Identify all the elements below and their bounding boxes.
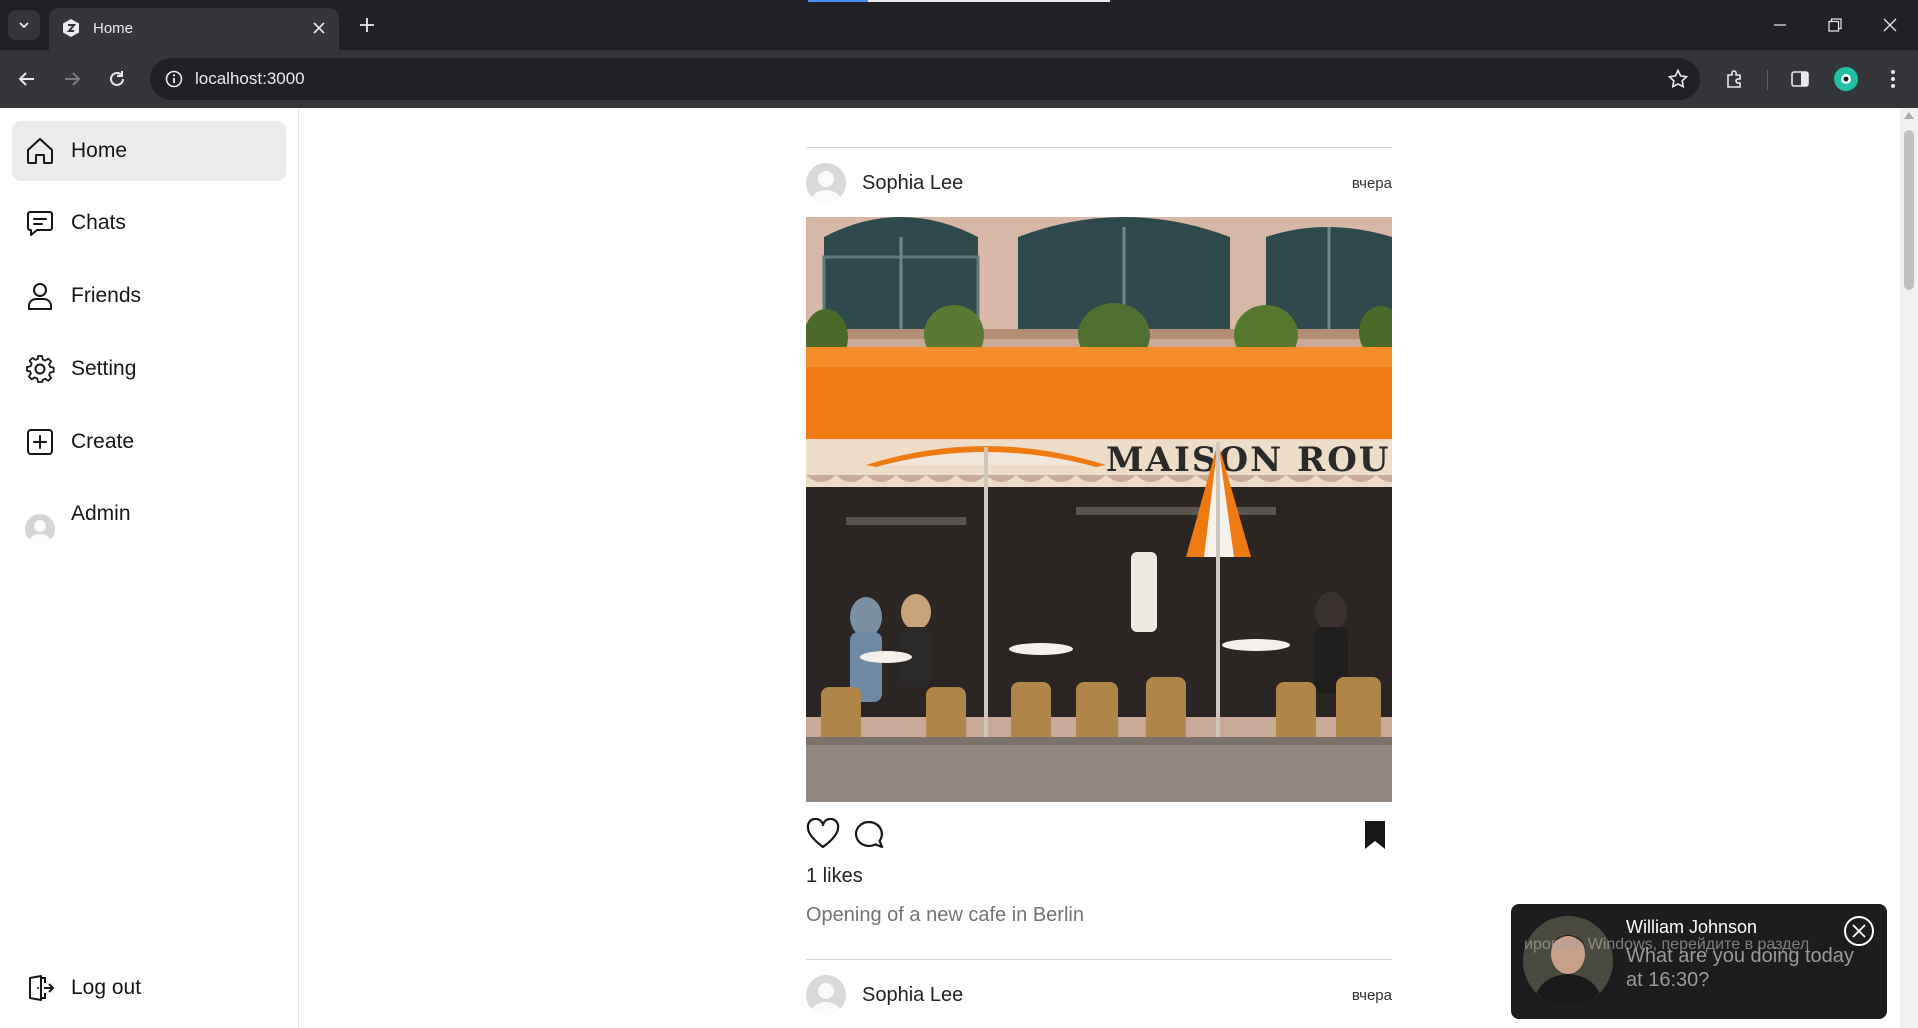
side-panel-button[interactable] <box>1783 62 1817 96</box>
toolbar-separator <box>1767 70 1768 90</box>
comment-icon[interactable] <box>852 818 886 852</box>
page-load-indicator <box>808 0 1110 2</box>
heart-icon[interactable] <box>806 818 840 852</box>
bookmark-icon[interactable] <box>1358 818 1392 852</box>
gear-icon <box>26 355 55 383</box>
author-name[interactable]: Sophia Lee <box>862 984 963 1007</box>
sidebar-item-friends[interactable]: Friends <box>12 266 286 326</box>
page-scrollbar[interactable] <box>1900 108 1918 1028</box>
sidebar-item-chats[interactable]: Chats <box>12 193 286 253</box>
author-avatar[interactable] <box>806 975 846 1015</box>
sidebar-item-label: Create <box>71 430 135 453</box>
back-button[interactable] <box>10 62 44 96</box>
arrow-right-icon <box>65 72 81 86</box>
sidebar-item-label: Admin <box>71 502 131 525</box>
forward-button[interactable] <box>55 62 89 96</box>
tab-close-icon[interactable] <box>307 16 331 40</box>
home-icon <box>27 138 53 164</box>
plus-icon <box>360 18 374 32</box>
puzzle-icon <box>1727 70 1741 88</box>
minimize-button[interactable] <box>1752 0 1808 50</box>
close-icon <box>1883 18 1897 32</box>
site-info-icon[interactable] <box>162 67 186 91</box>
logout-button[interactable]: Log out <box>12 958 286 1018</box>
author-name[interactable]: Sophia Lee <box>862 172 963 195</box>
scroll-up-icon[interactable] <box>1904 112 1914 119</box>
sidebar-item-admin[interactable]: Admin <box>12 484 286 544</box>
sidebar-item-label: Home <box>71 139 128 162</box>
user-icon <box>28 283 52 310</box>
image-signage-text: MAISON ROUGE <box>1106 440 1392 480</box>
sidebar-item-home[interactable]: Home <box>12 121 286 181</box>
chat-icon <box>27 211 53 236</box>
browser-menu-button[interactable] <box>1876 62 1910 96</box>
scrollbar-thumb[interactable] <box>1904 130 1914 290</box>
restore-button[interactable] <box>1807 0 1863 50</box>
sidebar-item-setting[interactable]: Setting <box>12 339 286 399</box>
extensions-button[interactable] <box>1718 62 1752 96</box>
close-window-button[interactable] <box>1862 0 1918 50</box>
author-avatar[interactable] <box>806 163 846 203</box>
browser-tab-bar: Home <box>0 0 1918 50</box>
browser-tab-home[interactable]: Home <box>49 8 339 50</box>
logout-icon <box>29 975 55 1001</box>
reload-icon <box>110 71 124 86</box>
arrow-left-icon <box>18 72 34 86</box>
likes-count[interactable]: 1 likes <box>806 865 863 888</box>
profile-button[interactable] <box>1829 62 1863 96</box>
post-divider <box>806 147 1392 148</box>
profile-avatar-icon <box>1834 67 1858 91</box>
post-image[interactable]: MAISON ROUGE <box>806 217 1392 802</box>
sidebar-item-create[interactable]: Create <box>12 412 286 472</box>
sender-avatar <box>1523 916 1613 1006</box>
sidebar-item-label: Chats <box>71 211 126 234</box>
chevron-down-icon <box>19 22 29 29</box>
post-time: вчера <box>1351 987 1392 1004</box>
tab-search-button[interactable] <box>8 10 40 40</box>
bookmark-star-icon[interactable] <box>1666 67 1690 91</box>
message-notification[interactable]: William Johnson What are you doing today… <box>1511 904 1887 1019</box>
reload-button[interactable] <box>100 62 134 96</box>
new-tab-button[interactable] <box>352 10 382 40</box>
browser-toolbar: localhost:3000 <box>0 50 1918 108</box>
side-panel-icon <box>1791 71 1809 87</box>
sidebar: Home Chats Friends Setting Create Admin … <box>0 108 299 1028</box>
sidebar-item-label: Friends <box>71 284 142 307</box>
close-icon <box>1852 924 1866 938</box>
post-caption: Opening of a new cafe in Berlin <box>806 904 1084 926</box>
url-text[interactable]: localhost:3000 <box>195 69 305 89</box>
close-notification-button[interactable] <box>1844 916 1874 946</box>
sidebar-item-label: Setting <box>71 357 137 380</box>
minimize-icon <box>1774 24 1786 26</box>
address-bar[interactable]: localhost:3000 <box>150 58 1700 100</box>
post-divider <box>806 959 1392 960</box>
restore-icon <box>1828 18 1842 32</box>
sender-name: William Johnson <box>1626 917 1758 937</box>
tab-title: Home <box>93 20 134 37</box>
windows-activation-watermark: ировать Windows, перейдите в раздел <box>1524 936 1810 953</box>
kebab-menu-icon <box>1891 70 1895 88</box>
app-favicon-icon <box>63 19 79 37</box>
avatar-icon <box>25 514 55 544</box>
logout-label: Log out <box>71 976 142 999</box>
post-time: вчера <box>1351 175 1392 192</box>
plus-square-icon <box>27 429 53 455</box>
